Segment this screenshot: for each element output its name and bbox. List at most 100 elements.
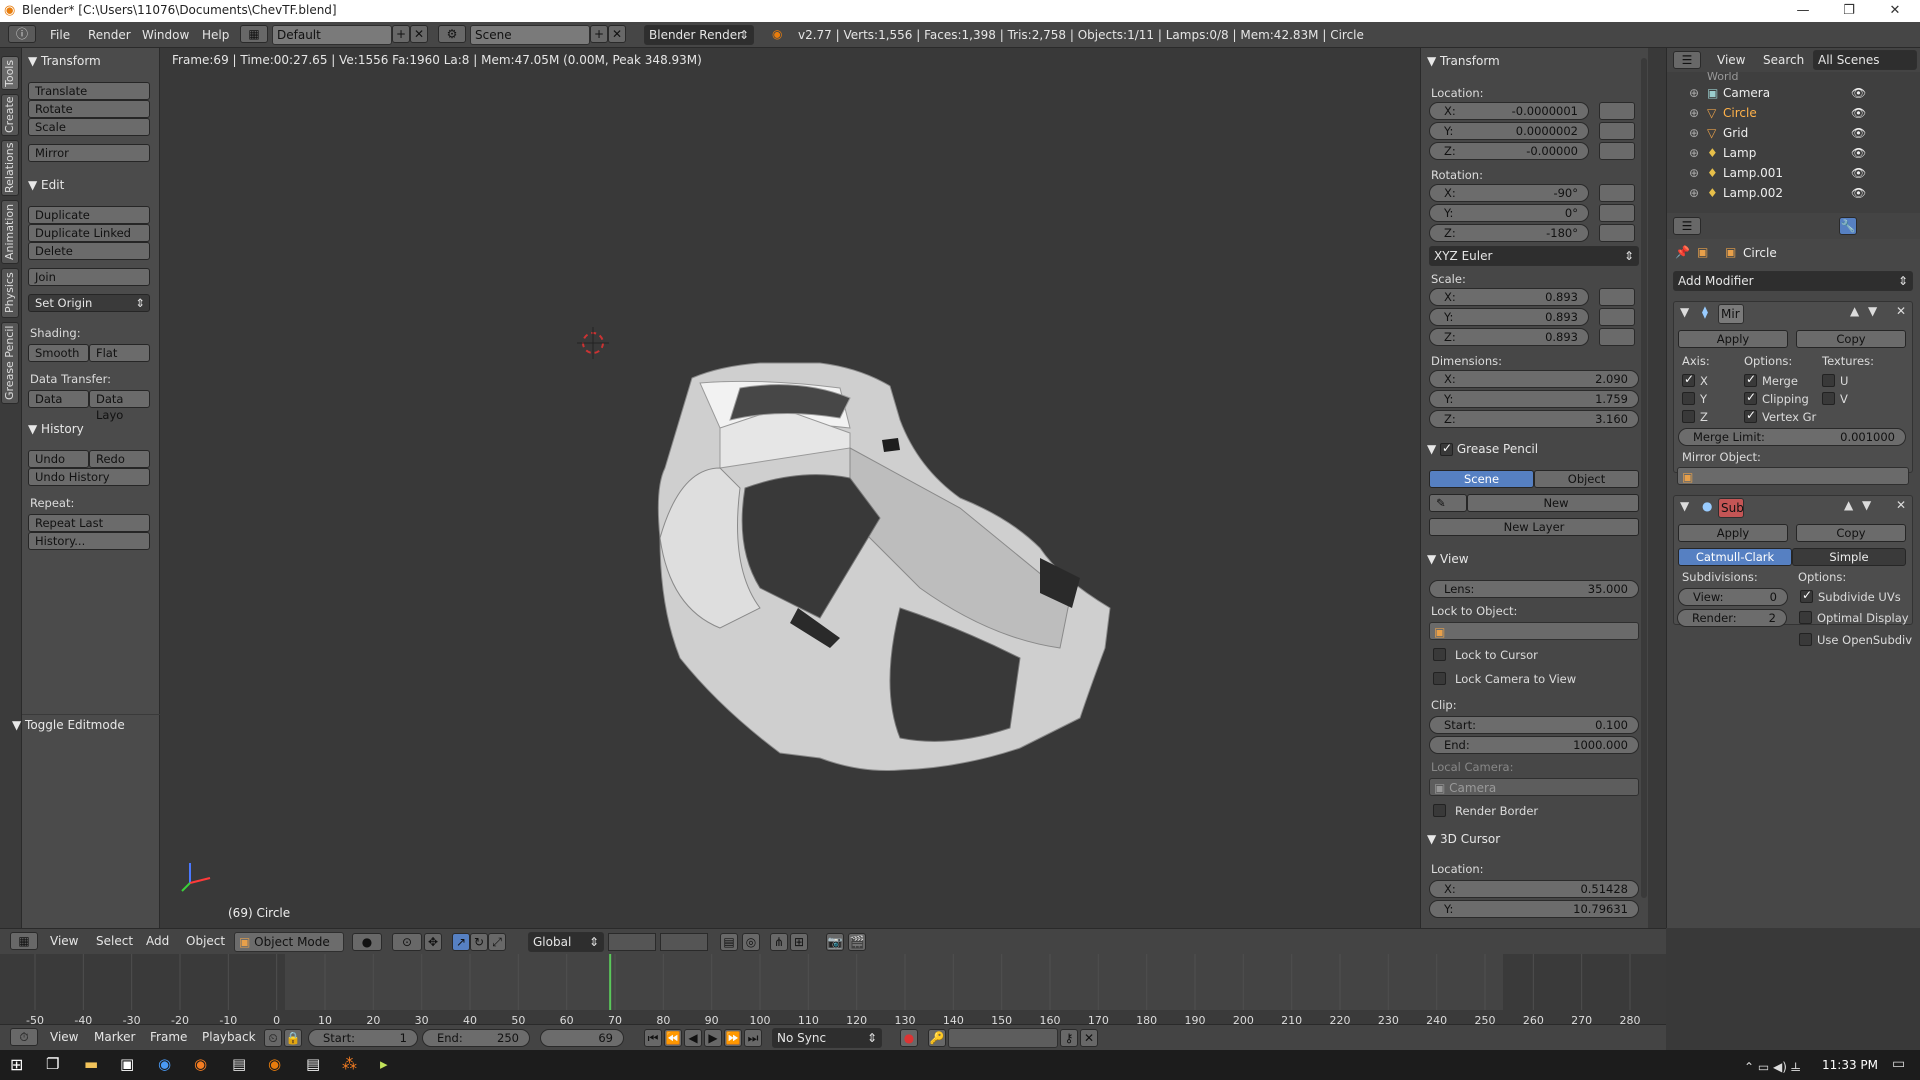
gp-object-button[interactable]: Object (1534, 470, 1639, 488)
scale-button[interactable]: Scale (28, 118, 150, 136)
start-icon[interactable]: ⊞ (10, 1055, 23, 1074)
translate-manipulator-icon[interactable]: ↗ (452, 933, 470, 951)
duplicate-button[interactable]: Duplicate (28, 206, 150, 224)
insert-keyframe-icon[interactable]: ⚷ (1060, 1029, 1078, 1047)
location-y-field[interactable]: Y: 0.0000002 (1429, 122, 1589, 140)
menu-file[interactable]: File (50, 28, 70, 42)
notifications-icon[interactable]: ▭ (1892, 1056, 1905, 1072)
flat-button[interactable]: Flat (89, 344, 150, 362)
subdivide-uvs-checkbox[interactable] (1800, 588, 1813, 603)
merge-limit-field[interactable]: Merge Limit: 0.001000 (1678, 428, 1906, 446)
timeline-menu-view[interactable]: View (50, 1030, 78, 1044)
timeline-menu-playback[interactable]: Playback (202, 1030, 256, 1044)
rotate-button[interactable]: Rotate (28, 100, 150, 118)
timeline[interactable]: -50 -40 -30 -20 -10 0 10 20 30 40 50 60 70 80 90 100 110… (0, 954, 1666, 1027)
app-icon[interactable]: ▤ (232, 1055, 246, 1073)
tab-create[interactable]: Create (1, 94, 19, 136)
screen-layout-icon[interactable]: ▦ (240, 25, 268, 43)
mirror-copy-button[interactable]: Copy (1796, 330, 1906, 348)
render-engine-select[interactable]: Blender Render ⇕ (644, 25, 754, 45)
maximize-button[interactable]: ❐ (1826, 0, 1872, 22)
mirror-object-field[interactable]: ▣ (1677, 467, 1909, 485)
3d-viewport[interactable]: Frame:69 | Time:00:27.65 | Ve:1556 Fa:19… (160, 48, 1420, 928)
record-icon[interactable]: ● (900, 1029, 918, 1047)
simple-button[interactable]: Simple (1792, 548, 1906, 566)
grease-pencil-checkbox[interactable] (1440, 441, 1454, 456)
history-panel-header[interactable]: ▼ History (28, 422, 84, 436)
rotation-mode-select[interactable]: XYZ Euler ⇕ (1429, 246, 1639, 266)
delete-button[interactable]: Delete (28, 242, 150, 260)
join-button[interactable]: Join (28, 268, 150, 286)
3d-cursor-icon[interactable] (577, 327, 609, 359)
add-screen-button[interactable]: + (392, 25, 410, 43)
start-frame-field[interactable]: Start: 1 (308, 1029, 418, 1047)
lock-scale-x-icon[interactable] (1599, 288, 1635, 306)
visibility-eye-icon[interactable]: 👁 (1851, 126, 1866, 140)
minimize-button[interactable]: — (1780, 0, 1826, 22)
scale-y-field[interactable]: Y: 0.893 (1429, 308, 1589, 326)
lock-rotation-x-icon[interactable] (1599, 184, 1635, 202)
rotation-y-field[interactable]: Y: 0° (1429, 204, 1589, 222)
data-layout-button[interactable]: Data Layo (89, 390, 150, 422)
visibility-eye-icon[interactable]: 👁 (1851, 146, 1866, 160)
view3d-menu-select[interactable]: Select (96, 934, 133, 948)
view-panel-header[interactable]: ▼ View (1427, 552, 1469, 566)
scene-field[interactable]: Scene (470, 25, 590, 45)
subsurf-modifier-name[interactable]: Sub (1718, 498, 1744, 518)
outliner-menu-search[interactable]: Search (1763, 53, 1804, 67)
outliner-item-lamp001[interactable]: ⊕ ♦ Lamp.001 👁 (1667, 166, 1907, 186)
close-button[interactable]: ✕ (1872, 0, 1918, 22)
clip-end-field[interactable]: End: 1000.000 (1429, 736, 1639, 754)
notepad-icon[interactable]: ▤ (306, 1055, 320, 1073)
remove-scene-button[interactable]: ✕ (608, 25, 626, 43)
firefox-icon[interactable]: ◉ (194, 1055, 207, 1073)
catmull-clark-button[interactable]: Catmull-Clark (1678, 548, 1792, 566)
dimension-x-field[interactable]: X: 2.090 (1429, 370, 1639, 388)
translate-button[interactable]: Translate (28, 82, 150, 100)
task-view-icon[interactable]: ❐ (46, 1055, 59, 1073)
lock-scale-z-icon[interactable] (1599, 328, 1635, 346)
jump-end-icon[interactable]: ⏭ (744, 1029, 762, 1047)
lock-location-x-icon[interactable] (1599, 102, 1635, 120)
duplicate-linked-button[interactable]: Duplicate Linked (28, 224, 150, 242)
view3d-menu-object[interactable]: Object (186, 934, 225, 948)
lock-location-y-icon[interactable] (1599, 122, 1635, 140)
move-down-icon[interactable]: ▼ (1868, 304, 1877, 318)
mirror-axis-x-checkbox[interactable] (1682, 372, 1695, 387)
outliner-item-circle[interactable]: ⊕ ▽ Circle 👁 (1667, 106, 1907, 126)
gp-new-layer-button[interactable]: New Layer (1429, 518, 1639, 536)
file-explorer-icon[interactable]: ▬ (84, 1055, 98, 1073)
active-keying-set-field[interactable] (948, 1028, 1058, 1048)
data-transfer-button[interactable]: Data (28, 390, 89, 408)
3d-view-editor-type-button[interactable]: ▦ (10, 932, 38, 950)
transform-panel-header[interactable]: ▼ Transform (28, 54, 101, 68)
lock-rotation-y-icon[interactable] (1599, 204, 1635, 222)
redo-button[interactable]: Redo (89, 450, 150, 468)
lock-layers-icon[interactable]: ▤ (720, 933, 738, 951)
lock-to-object-field[interactable]: ▣ (1429, 622, 1639, 640)
toggle-editmode-panel[interactable]: ▼ Toggle Editmode (12, 718, 125, 732)
subsurf-apply-button[interactable]: Apply (1678, 524, 1788, 542)
undo-button[interactable]: Undo (28, 450, 89, 468)
history-button[interactable]: History... (28, 532, 150, 550)
info-editor-type-button[interactable]: ⓘ (8, 25, 36, 43)
store-icon[interactable]: ▣ (120, 1055, 134, 1073)
remove-modifier-icon[interactable]: ✕ (1896, 498, 1906, 512)
play-reverse-icon[interactable]: ◀ (684, 1029, 702, 1047)
set-origin-select[interactable]: Set Origin ⇕ (28, 294, 150, 312)
render-border-checkbox[interactable] (1433, 804, 1446, 817)
view3d-menu-view[interactable]: View (50, 934, 78, 948)
visibility-eye-icon[interactable]: 👁 (1851, 186, 1866, 200)
transform-props-header[interactable]: ▼ Transform (1427, 54, 1500, 68)
modifier-wrench-icon[interactable]: 🔧 (1839, 217, 1857, 235)
vertex-groups-checkbox[interactable] (1744, 408, 1757, 423)
grease-pencil-header[interactable]: ▼ Grease Pencil (1427, 441, 1538, 456)
prev-keyframe-icon[interactable]: ⏪ (664, 1029, 682, 1047)
repeat-last-button[interactable]: Repeat Last (28, 514, 150, 532)
gp-pencil-icon[interactable]: ✎ (1429, 494, 1467, 512)
cursor-y-field[interactable]: Y: 10.79631 (1429, 900, 1639, 918)
timeline-menu-frame[interactable]: Frame (150, 1030, 187, 1044)
outliner-menu-view[interactable]: View (1717, 53, 1745, 67)
timeline-editor-type-button[interactable]: ⏱ (10, 1028, 38, 1046)
preview-range-icon[interactable]: ⏲ (264, 1029, 282, 1047)
